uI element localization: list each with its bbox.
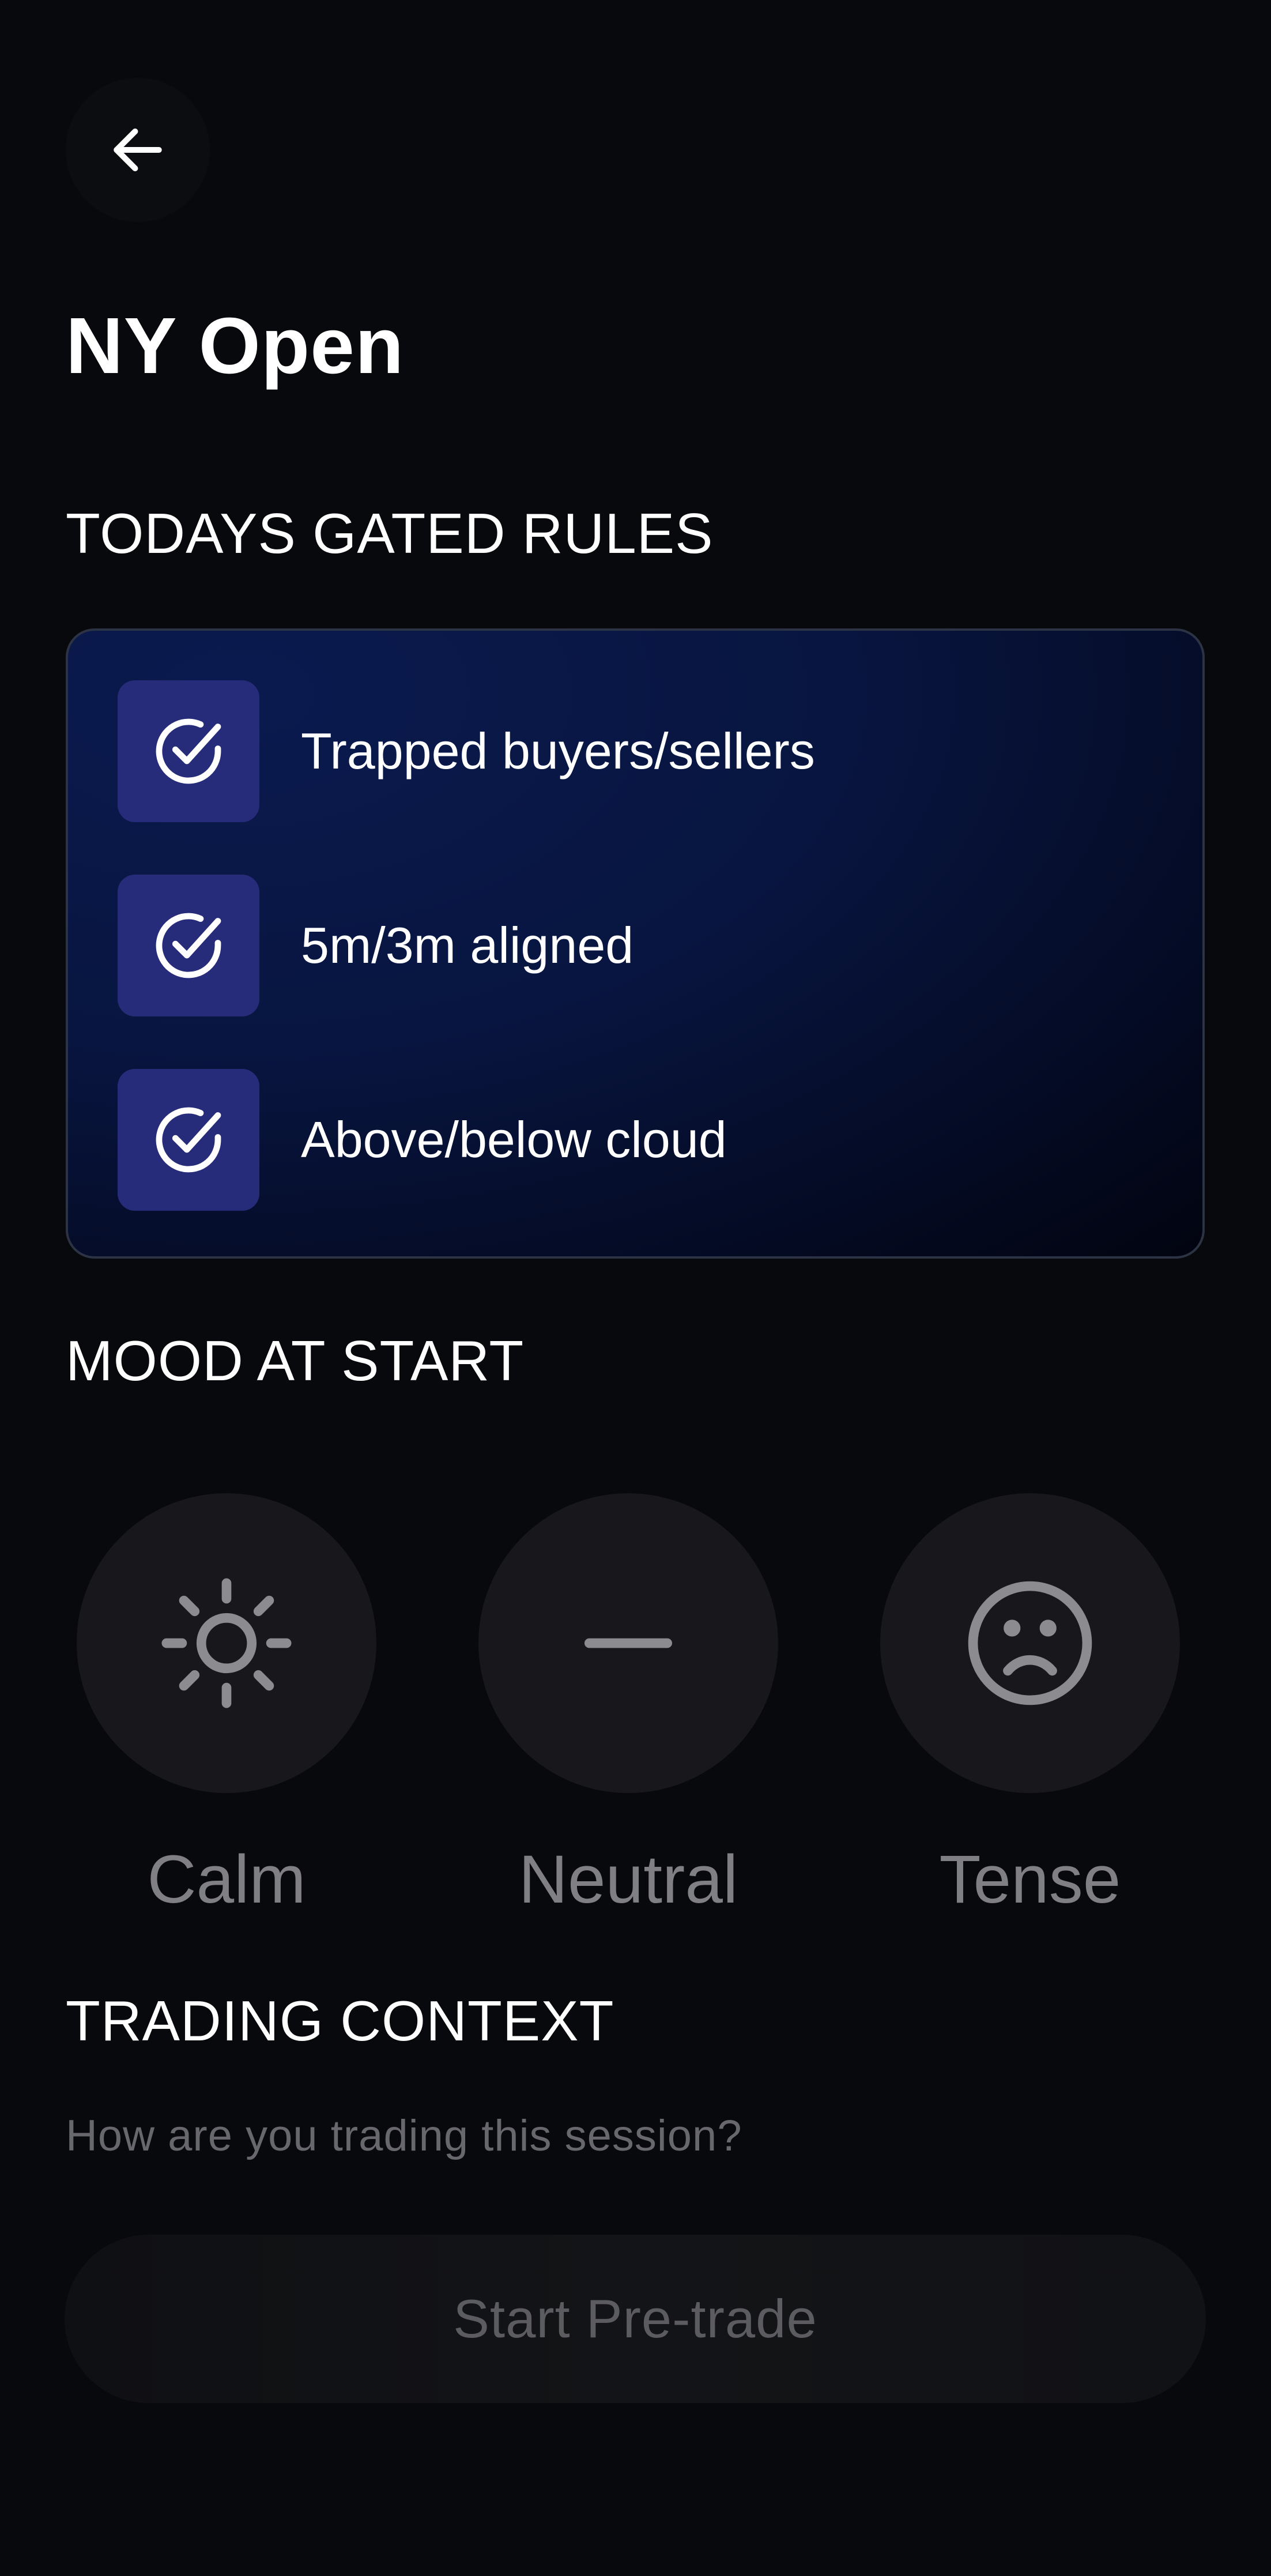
mood-label-neutral: Neutral bbox=[518, 1841, 738, 1918]
rule-label: 5m/3m aligned bbox=[301, 917, 634, 974]
check-circle-icon bbox=[149, 1101, 228, 1179]
arrow-left-icon bbox=[106, 118, 169, 182]
mood-label-tense: Tense bbox=[939, 1841, 1121, 1918]
mood-button-calm[interactable] bbox=[77, 1493, 376, 1793]
rule-checkbox[interactable] bbox=[118, 875, 259, 1016]
check-circle-icon bbox=[149, 906, 228, 985]
start-pretrade-button[interactable]: Start Pre-trade bbox=[65, 2235, 1206, 2403]
rule-item[interactable]: 5m/3m aligned bbox=[118, 875, 633, 1016]
mood-option-calm[interactable]: Calm bbox=[77, 1493, 376, 1931]
rules-section-title: TODAYS GATED RULES bbox=[66, 502, 714, 565]
rule-label: Trapped buyers/sellers bbox=[301, 722, 815, 779]
page-title: NY Open bbox=[66, 302, 405, 390]
mood-option-tense[interactable]: Tense bbox=[880, 1493, 1180, 1931]
back-button[interactable] bbox=[66, 78, 210, 222]
rule-label: Above/below cloud bbox=[301, 1111, 727, 1168]
minus-icon bbox=[556, 1571, 700, 1715]
rule-item[interactable]: Trapped buyers/sellers bbox=[118, 680, 815, 822]
mood-section-title: MOOD AT START bbox=[66, 1329, 525, 1392]
rule-checkbox[interactable] bbox=[118, 1069, 259, 1211]
frown-face-icon bbox=[958, 1571, 1102, 1715]
context-question: How are you trading this session? bbox=[66, 2111, 742, 2160]
mood-label-calm: Calm bbox=[147, 1841, 306, 1918]
sun-icon bbox=[154, 1571, 299, 1715]
context-section-title: TRADING CONTEXT bbox=[66, 1989, 614, 2052]
rule-checkbox[interactable] bbox=[118, 680, 259, 822]
mood-button-tense[interactable] bbox=[880, 1493, 1180, 1793]
mood-button-neutral[interactable] bbox=[478, 1493, 778, 1793]
check-circle-icon bbox=[149, 712, 228, 790]
rules-card: Trapped buyers/sellers 5m/3m aligned Abo… bbox=[66, 628, 1205, 1259]
mood-option-neutral[interactable]: Neutral bbox=[478, 1493, 778, 1931]
rule-item[interactable]: Above/below cloud bbox=[118, 1069, 727, 1211]
